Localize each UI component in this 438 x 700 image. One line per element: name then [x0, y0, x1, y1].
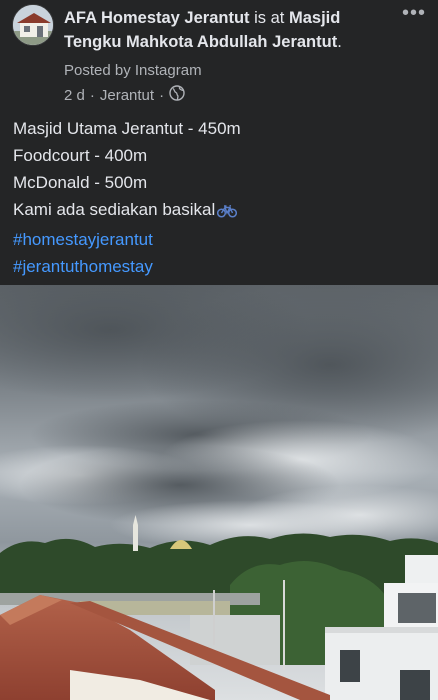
post-meta: 2 d · Jerantut ·	[64, 85, 185, 105]
globe-icon	[169, 85, 185, 105]
hashtag-link[interactable]: #jerantuthomestay	[13, 253, 428, 280]
avatar[interactable]	[12, 4, 54, 46]
post-line: McDonald - 500m	[13, 173, 148, 192]
title-trailing: .	[337, 33, 342, 51]
post-header: AFA Homestay Jerantut is at Masjid Tengk…	[0, 0, 438, 110]
title-connector: is at	[249, 9, 289, 27]
post-time[interactable]: 2 d	[64, 87, 85, 104]
post-body: Masjid Utama Jerantut - 450m Foodcourt -…	[13, 115, 428, 280]
post-photo[interactable]	[0, 285, 438, 700]
post-line: Kami ada sediakan basikal	[13, 200, 216, 219]
meta-separator: ·	[89, 86, 95, 104]
post-title: AFA Homestay Jerantut is at Masjid Tengk…	[64, 6, 394, 54]
post-line-with-icon: Kami ada sediakan basikal	[13, 196, 428, 226]
post-line: Foodcourt - 400m	[13, 146, 148, 165]
bicycle-icon	[217, 199, 238, 226]
post-line: Masjid Utama Jerantut - 450m	[13, 119, 241, 138]
post-place[interactable]: Jerantut	[100, 87, 154, 104]
meta-separator: ·	[159, 86, 165, 104]
hashtag-link[interactable]: #homestayjerantut	[13, 226, 428, 253]
more-options-icon[interactable]: •••	[402, 2, 426, 25]
posted-by: Posted by Instagram	[64, 62, 202, 79]
author-name[interactable]: AFA Homestay Jerantut	[64, 9, 250, 27]
